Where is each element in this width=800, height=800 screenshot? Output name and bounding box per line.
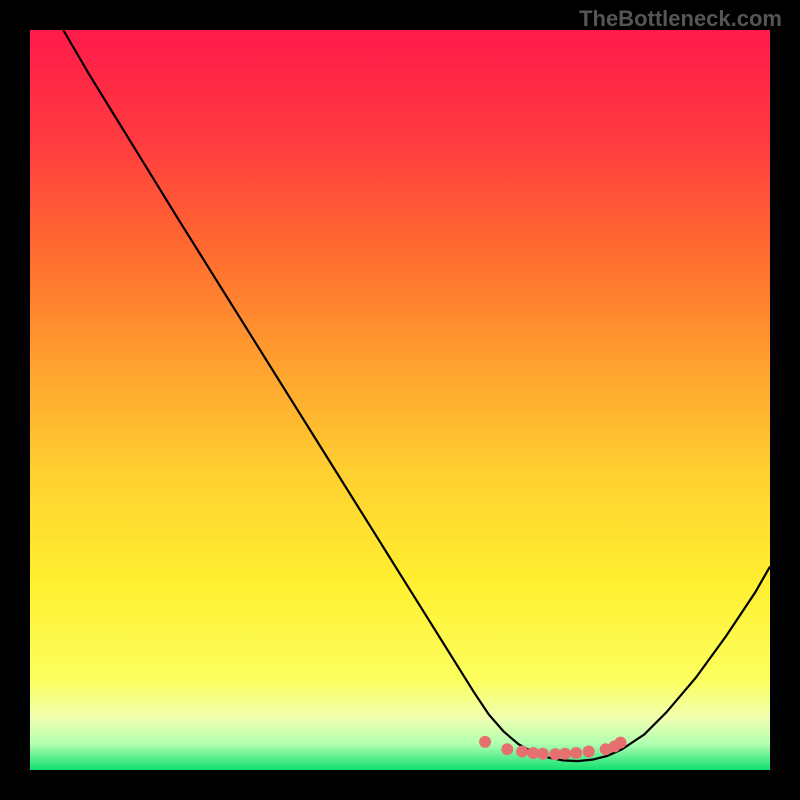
marker-point <box>501 743 513 755</box>
marker-point <box>559 748 571 760</box>
marker-point <box>583 746 595 758</box>
chart-curve-layer <box>30 30 770 770</box>
marker-point <box>615 737 627 749</box>
chart-plot-area <box>30 30 770 770</box>
marker-point <box>570 747 582 759</box>
attribution-text: TheBottleneck.com <box>579 6 782 32</box>
bottleneck-curve <box>63 30 770 761</box>
marker-point <box>537 748 549 760</box>
marker-point <box>479 736 491 748</box>
marker-point <box>516 746 528 758</box>
